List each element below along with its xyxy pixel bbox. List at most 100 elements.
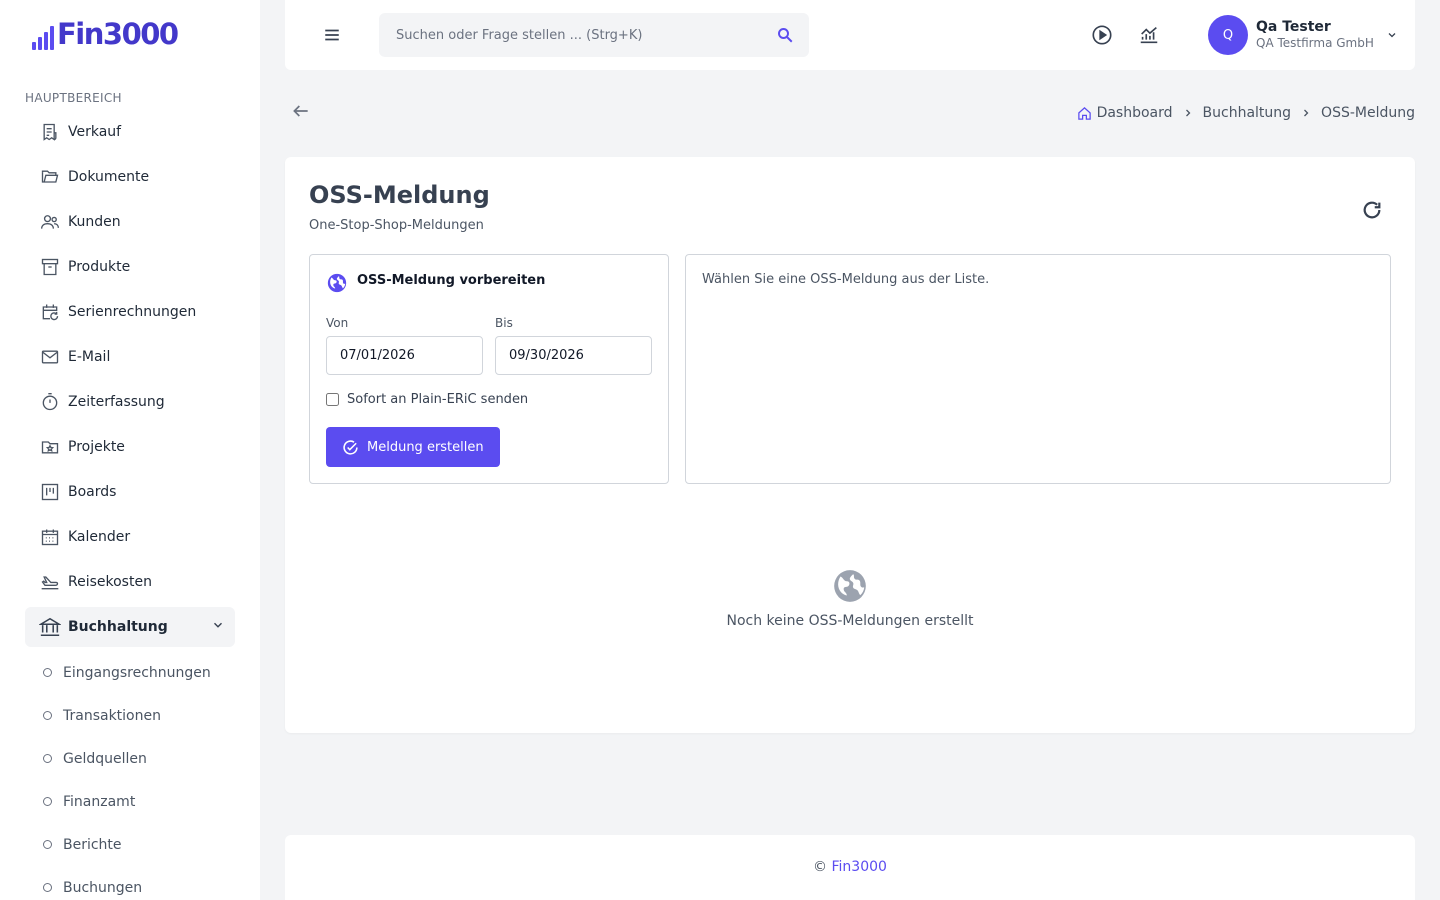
sidebar-item-label: Reisekosten — [68, 574, 152, 590]
sidebar: Fin3000 HAUPTBEREICH Verkauf Dokumente K… — [0, 0, 260, 900]
sidebar-item-zeiterfassung[interactable]: Zeiterfassung — [25, 382, 235, 422]
sidebar-item-label: Zeiterfassung — [68, 394, 165, 410]
sidebar-item-label: Dokumente — [68, 169, 150, 185]
stopwatch-icon — [39, 391, 61, 413]
globe-icon — [285, 567, 1415, 605]
main-card: OSS-Meldung One-Stop-Shop-Meldungen OSS-… — [285, 157, 1415, 733]
sidebar-subitem-buchungen[interactable]: Buchungen — [25, 866, 235, 900]
circle-bullet-icon — [43, 754, 52, 763]
to-label: Bis — [495, 316, 513, 330]
search-box — [379, 13, 809, 57]
sidebar-item-email[interactable]: E-Mail — [25, 337, 235, 377]
chevron-down-icon — [211, 618, 225, 636]
sidebar-item-buchhaltung[interactable]: Buchhaltung — [25, 607, 235, 647]
sidebar-item-label: Buchhaltung — [68, 619, 168, 635]
circle-bullet-icon — [43, 840, 52, 849]
send-immediately-option[interactable]: Sofort an Plain-ERiC senden — [326, 392, 528, 407]
sidebar-item-boards[interactable]: Boards — [25, 472, 235, 512]
sidebar-item-label: Kalender — [68, 529, 131, 545]
detail-panel: Wählen Sie eine OSS-Meldung aus der List… — [685, 254, 1391, 484]
sidebar-item-projekte[interactable]: Projekte — [25, 427, 235, 467]
airplane-icon — [39, 571, 61, 593]
to-date-field[interactable] — [495, 336, 652, 375]
sidebar-subitem-label: Eingangsrechnungen — [63, 664, 211, 681]
from-date-field[interactable] — [326, 336, 483, 375]
sidebar-item-produkte[interactable]: Produkte — [25, 247, 235, 287]
analytics-icon[interactable] — [1138, 24, 1160, 50]
chevron-right-icon — [1182, 107, 1194, 119]
user-company: QA Testfirma GmbH — [1256, 36, 1374, 50]
sidebar-subitem-label: Berichte — [63, 836, 122, 853]
footer-brand-link[interactable]: Fin3000 — [832, 859, 887, 875]
top-bar: Q Qa Tester QA Testfirma GmbH — [285, 0, 1415, 70]
sidebar-subitem-label: Geldquellen — [63, 750, 147, 767]
sidebar-subitem-berichte[interactable]: Berichte — [25, 823, 235, 866]
breadcrumb-label: OSS-Meldung — [1321, 105, 1415, 121]
sidebar-item-label: Produkte — [68, 259, 131, 275]
empty-state-text: Noch keine OSS-Meldungen erstellt — [726, 613, 974, 629]
breadcrumb: Dashboard Buchhaltung OSS-Meldung — [1077, 105, 1415, 121]
page-title: OSS-Meldung — [309, 181, 490, 209]
sidebar-item-kalender[interactable]: Kalender — [25, 517, 235, 557]
sidebar-subitem-geldquellen[interactable]: Geldquellen — [25, 737, 235, 780]
chevron-right-icon — [1300, 107, 1312, 119]
footer: © Fin3000 — [285, 835, 1415, 900]
calendar-icon — [39, 526, 61, 548]
sidebar-subitem-transaktionen[interactable]: Transaktionen — [25, 694, 235, 737]
folder-open-icon — [39, 166, 61, 188]
sidebar-subitem-label: Transaktionen — [63, 707, 161, 724]
breadcrumb-dashboard[interactable]: Dashboard — [1077, 105, 1173, 121]
send-immediately-checkbox[interactable] — [326, 393, 339, 406]
archive-box-icon — [39, 256, 61, 278]
users-icon — [39, 211, 61, 233]
sidebar-nav: Verkauf Dokumente Kunden Produkte Serien… — [25, 112, 235, 900]
circle-bullet-icon — [43, 797, 52, 806]
sidebar-item-label: Projekte — [68, 439, 125, 455]
sidebar-item-label: Kunden — [68, 214, 121, 230]
breadcrumb-buchhaltung[interactable]: Buchhaltung — [1203, 105, 1292, 121]
sidebar-item-kunden[interactable]: Kunden — [25, 202, 235, 242]
create-report-button-label: Meldung erstellen — [367, 439, 484, 455]
play-circle-icon[interactable] — [1091, 24, 1113, 50]
logo-text: Fin3000 — [57, 17, 179, 51]
send-immediately-label: Sofort an Plain-ERiC senden — [347, 392, 529, 407]
sidebar-item-label: Boards — [68, 484, 117, 500]
folder-star-icon — [39, 436, 61, 458]
detail-panel-hint: Wählen Sie eine OSS-Meldung aus der List… — [702, 272, 990, 287]
kanban-icon — [39, 481, 61, 503]
receipt-icon — [39, 121, 61, 143]
sidebar-item-serienrechnungen[interactable]: Serienrechnungen — [25, 292, 235, 332]
refresh-icon[interactable] — [1361, 199, 1383, 225]
sidebar-item-label: E-Mail — [68, 349, 111, 365]
breadcrumb-label: Dashboard — [1096, 105, 1173, 121]
prepare-panel-header: OSS-Meldung vorbereiten — [326, 272, 545, 298]
calendar-repeat-icon — [39, 301, 61, 323]
sidebar-item-dokumente[interactable]: Dokumente — [25, 157, 235, 197]
back-arrow-icon[interactable] — [291, 101, 311, 125]
sidebar-subitem-finanzamt[interactable]: Finanzamt — [25, 780, 235, 823]
user-name: Qa Tester — [1256, 19, 1331, 35]
hamburger-menu-icon[interactable] — [323, 26, 341, 48]
prepare-panel: OSS-Meldung vorbereiten Von Bis Sofort a… — [309, 254, 669, 484]
search-icon[interactable] — [776, 26, 794, 48]
copyright-symbol: © — [813, 859, 828, 875]
prepare-panel-title: OSS-Meldung vorbereiten — [357, 273, 546, 288]
home-icon — [1077, 106, 1092, 121]
user-menu[interactable]: Q Qa Tester QA Testfirma GmbH — [1208, 15, 1398, 55]
search-input[interactable] — [379, 13, 809, 57]
sidebar-submenu-buchhaltung: Eingangsrechnungen Transaktionen Geldque… — [25, 651, 235, 900]
page-subtitle: One-Stop-Shop-Meldungen — [309, 218, 484, 233]
chevron-down-icon — [1386, 26, 1398, 45]
create-report-button[interactable]: Meldung erstellen — [326, 427, 500, 467]
bank-icon — [39, 616, 61, 638]
sidebar-item-verkauf[interactable]: Verkauf — [25, 112, 235, 152]
sidebar-item-reisekosten[interactable]: Reisekosten — [25, 562, 235, 602]
circle-bullet-icon — [43, 668, 52, 677]
app-logo[interactable]: Fin3000 — [32, 17, 179, 51]
avatar: Q — [1208, 15, 1248, 55]
breadcrumb-label: Buchhaltung — [1202, 105, 1292, 121]
sidebar-section-label: HAUPTBEREICH — [25, 91, 122, 105]
from-label: Von — [326, 316, 349, 330]
sidebar-subitem-eingangsrechnungen[interactable]: Eingangsrechnungen — [25, 651, 235, 694]
check-circle-icon — [342, 439, 359, 456]
